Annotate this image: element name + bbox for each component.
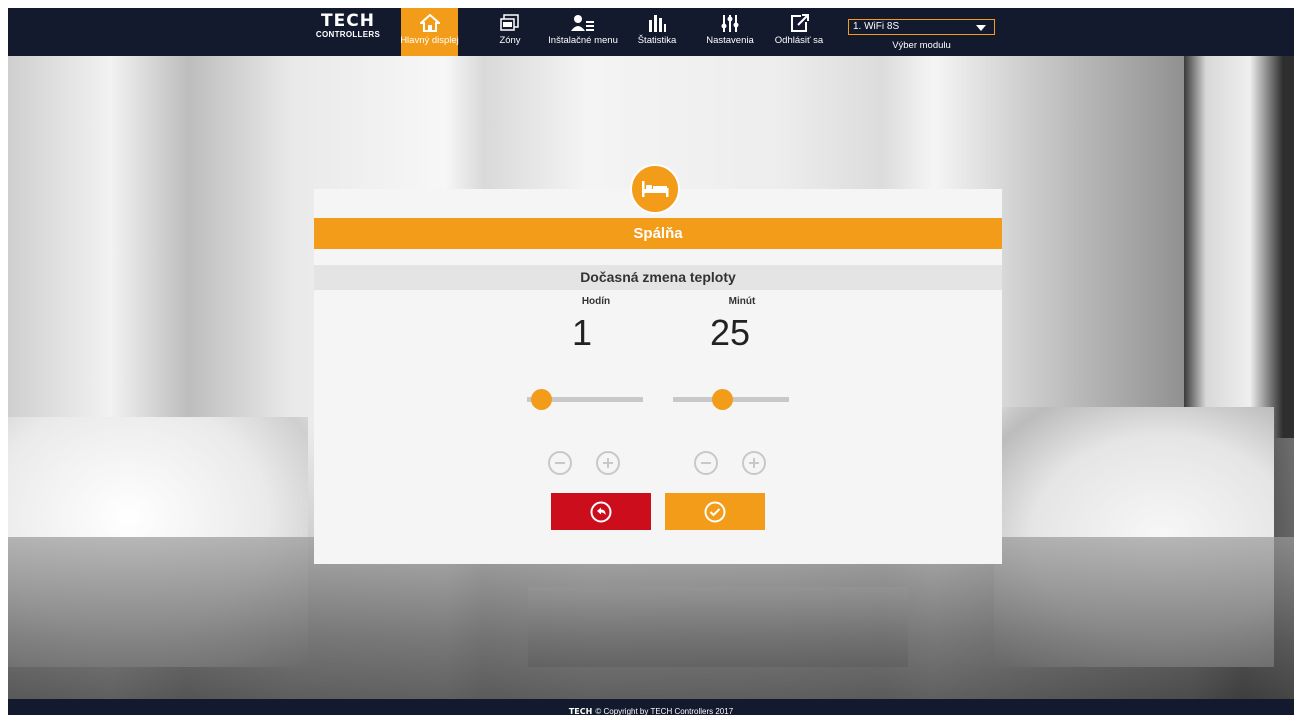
nav-settings[interactable]: Nastavenia [702, 8, 758, 56]
slider-thumb[interactable] [530, 389, 552, 410]
plus-icon-vertical [607, 458, 609, 468]
tech-logo[interactable]: TECH CONTROLLERS [313, 13, 383, 43]
temporary-change-dialog: Spálňa Dočasná zmena teploty Hodín Minút… [314, 189, 1002, 564]
logo-subtext: CONTROLLERS [315, 30, 381, 39]
dialog-title: Dočasná zmena teploty [314, 265, 1002, 290]
nav-main-display[interactable]: Hlavný displej [400, 8, 459, 56]
hours-minus-button[interactable] [548, 451, 572, 475]
nav-label: Štatistika [637, 35, 677, 46]
zones-icon [500, 14, 519, 31]
zone-title: Spálňa [314, 218, 1002, 249]
minutes-minus-button[interactable] [694, 451, 718, 475]
background-window [1184, 8, 1294, 438]
minutes-value: 25 [709, 312, 751, 353]
chevron-down-icon [976, 25, 986, 31]
nav-logout[interactable]: Odhlásiť sa [771, 8, 827, 56]
logo-text: TECH [321, 11, 375, 31]
nav-label: Zóny [499, 35, 521, 46]
minutes-slider[interactable] [673, 389, 789, 410]
footer: TECH © Copyright by TECH Controllers 2017 [8, 699, 1294, 715]
nav-label: Nastavenia [706, 35, 754, 46]
minutes-plus-button[interactable] [742, 451, 766, 475]
undo-icon [590, 501, 612, 522]
minus-icon [701, 462, 711, 464]
nav-zones[interactable]: Zóny [494, 8, 526, 56]
module-select-value: 1. WiFi 8S [853, 21, 900, 32]
logout-icon [791, 14, 809, 32]
nav-label: Odhlásiť sa [774, 35, 824, 46]
statistics-icon [649, 15, 666, 32]
check-icon [704, 501, 726, 522]
home-icon [419, 14, 440, 32]
footer-brand: TECH [568, 707, 593, 715]
back-button[interactable] [551, 493, 651, 530]
minutes-label: Minút [728, 296, 756, 307]
hours-label: Hodín [581, 296, 611, 307]
module-select-label: Výber modulu [892, 40, 951, 51]
settings-icon [721, 15, 739, 32]
minus-icon [555, 462, 565, 464]
confirm-button[interactable] [665, 493, 765, 530]
nav-statistics[interactable]: Štatistika [633, 8, 681, 56]
module-select[interactable]: 1. WiFi 8S [848, 19, 995, 35]
nav-label: Hlavný displej [400, 35, 459, 46]
hours-slider[interactable] [527, 389, 643, 410]
hours-plus-button[interactable] [596, 451, 620, 475]
installer-icon [571, 15, 594, 31]
zone-icon-badge [630, 164, 680, 214]
hours-value: 1 [571, 312, 593, 353]
copyright-text: © Copyright by TECH Controllers 2017 [595, 707, 734, 715]
nav-label: Inštalačné menu [548, 35, 618, 46]
nav-installer-menu[interactable]: Inštalačné menu [544, 8, 622, 56]
bed-icon [642, 181, 669, 197]
slider-thumb[interactable] [711, 389, 733, 410]
plus-icon-vertical [753, 458, 755, 468]
